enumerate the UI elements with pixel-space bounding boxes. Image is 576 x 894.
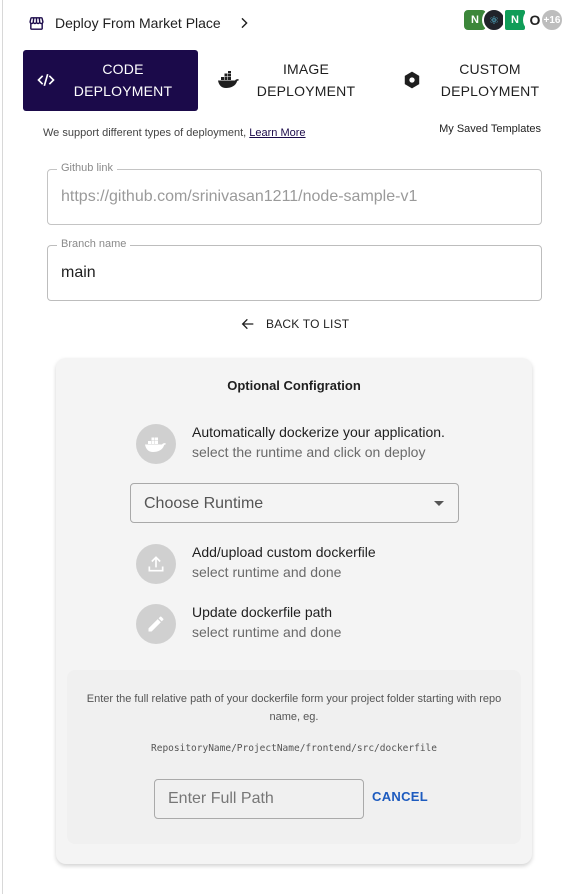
dropdown-caret-icon — [434, 501, 444, 506]
option-title: Add/upload custom dockerfile — [192, 544, 376, 560]
dockerfile-path-input[interactable] — [154, 779, 364, 819]
tech-stack-badges[interactable]: N ⚛ N O +16 — [462, 8, 566, 32]
optional-configuration-card: Optional Configration Automatically dock… — [56, 358, 532, 864]
page-title: Deploy From Market Place — [55, 15, 221, 31]
auto-dockerize-option[interactable]: Automatically dockerize your application… — [136, 422, 496, 466]
dockerfile-example-path: RepositoryName/ProjectName/frontend/src/… — [151, 743, 437, 754]
learn-more-link[interactable]: Learn More — [249, 127, 305, 139]
support-description: We support different types of deployment… — [43, 127, 250, 139]
github-link-field[interactable]: Github link https://github.com/srinivasa… — [47, 162, 542, 225]
choose-runtime-value: Choose Runtime — [144, 495, 264, 512]
option-subtitle: select the runtime and click on deploy — [192, 444, 426, 460]
tab-label: Custom Deployment — [440, 61, 540, 99]
tab-image-deployment[interactable]: Image Deployment — [210, 50, 370, 111]
storefront-icon — [29, 16, 44, 30]
my-saved-templates-link[interactable]: My Saved Templates — [439, 123, 541, 135]
chevron-right-icon — [241, 17, 248, 29]
more-tech-badge: +16 — [540, 8, 564, 32]
branch-name-label: Branch name — [57, 238, 131, 250]
choose-runtime-select[interactable]: Choose Runtime — [130, 483, 459, 523]
back-to-list-label: BACK TO LIST — [266, 317, 350, 331]
pencil-icon — [136, 604, 176, 644]
left-divider — [2, 0, 3, 894]
option-title: Update dockerfile path — [192, 604, 333, 620]
hexagon-icon — [401, 69, 423, 91]
optional-configuration-title: Optional Configration — [227, 378, 361, 393]
tab-code-deployment[interactable]: Code Deployment — [23, 50, 198, 111]
option-subtitle: select runtime and done — [192, 624, 342, 640]
upload-dockerfile-option[interactable]: Add/upload custom dockerfile select runt… — [136, 542, 496, 586]
update-dockerfile-path-option[interactable]: Update dockerfile path select runtime an… — [136, 602, 496, 646]
docker-icon — [218, 69, 240, 91]
tab-label: Image Deployment — [256, 61, 356, 99]
branch-name-value: main — [61, 264, 96, 281]
tab-custom-deployment[interactable]: Custom Deployment — [395, 50, 565, 111]
back-to-list-button[interactable]: BACK TO LIST — [240, 315, 349, 333]
option-title: Automatically dockerize your application… — [192, 424, 445, 440]
tab-label: Code Deployment — [73, 61, 173, 99]
github-link-label: Github link — [57, 162, 117, 174]
dockerfile-path-info: Enter the full relative path of your doc… — [86, 693, 502, 723]
upload-icon — [136, 544, 176, 584]
branch-name-field[interactable]: Branch name main — [47, 238, 542, 301]
arrow-left-icon — [241, 318, 254, 330]
cancel-button[interactable]: CANCEL — [372, 789, 428, 804]
option-subtitle: select runtime and done — [192, 564, 342, 580]
marketplace-header[interactable]: Deploy From Market Place — [28, 12, 251, 34]
code-icon — [35, 69, 57, 91]
support-text: We support different types of deployment… — [43, 127, 306, 139]
docker-icon — [136, 424, 176, 464]
dockerfile-path-panel: Enter the full relative path of your doc… — [67, 670, 521, 844]
github-link-value: https://github.com/srinivasan1211/node-s… — [61, 188, 418, 205]
